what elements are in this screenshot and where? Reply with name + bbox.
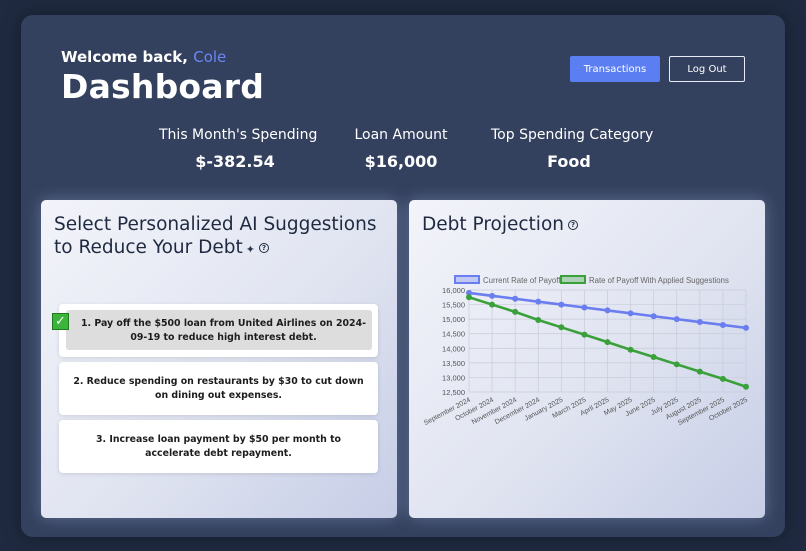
data-point (743, 324, 749, 331)
data-point (535, 317, 542, 324)
legend-label: Rate of Payoff With Applied Suggestions (589, 276, 729, 285)
stat-value: $16,000 (364, 152, 438, 171)
sparkle-icon: ✦ (245, 243, 255, 256)
y-tick-label: 14,000 (442, 344, 465, 353)
data-point (535, 298, 542, 305)
suggestions-title-line1: Select Personalized AI Suggestions (54, 214, 377, 235)
data-point (489, 301, 496, 308)
y-tick-label: 13,500 (442, 359, 465, 368)
stat-label: This Month's Spending (159, 127, 318, 143)
data-point (673, 316, 680, 323)
data-point (489, 292, 496, 299)
y-tick-label: 15,500 (442, 301, 465, 310)
stat-monthly-spending: This Month's Spending $-382.54 (159, 127, 318, 171)
data-point (604, 339, 611, 346)
help-icon[interactable]: ? (258, 243, 269, 253)
data-point (650, 354, 657, 361)
y-tick-label: 14,500 (442, 330, 465, 339)
data-point (581, 304, 588, 311)
data-point (627, 310, 634, 317)
y-tick-label: 13,000 (442, 373, 465, 382)
dashboard-container: Welcome back, Cole Dashboard Transaction… (21, 15, 785, 537)
page-title: Dashboard (61, 67, 265, 106)
data-point (719, 375, 726, 382)
data-point (673, 361, 680, 368)
y-tick-label: 12,500 (442, 388, 465, 397)
data-point (696, 319, 703, 326)
stat-label: Top Spending Category (491, 127, 654, 143)
suggestions-panel: Select Personalized AI Suggestions to Re… (41, 200, 397, 518)
data-point (743, 383, 749, 390)
suggestion-text: 2. Reduce spending on restaurants by $30… (73, 375, 364, 401)
data-point (466, 294, 472, 301)
stat-label: Loan Amount (354, 127, 448, 143)
logout-button[interactable]: Log Out (669, 56, 745, 82)
user-name: Cole (193, 48, 227, 66)
suggestions-title-line2: to Reduce Your Debt (54, 237, 243, 258)
suggestion-text: 3. Increase loan payment by $50 per mont… (95, 433, 341, 459)
data-point (512, 295, 519, 302)
legend-label: Current Rate of Payoff (483, 276, 561, 285)
legend-swatch (454, 275, 480, 284)
data-point (558, 301, 565, 308)
welcome-message: Welcome back, Cole (61, 48, 226, 66)
suggestion-card-1[interactable]: ✓ 1. Pay off the $500 loan from United A… (52, 304, 378, 357)
legend-swatch (560, 275, 586, 284)
data-point (558, 324, 565, 331)
data-point (627, 346, 634, 353)
data-point (650, 313, 657, 320)
data-point (581, 331, 588, 338)
stat-loan-amount: Loan Amount $16,000 (352, 127, 450, 171)
suggestions-title: Select Personalized AI Suggestions to Re… (54, 213, 377, 261)
y-tick-label: 16,000 (442, 286, 465, 295)
data-point (696, 368, 703, 375)
suggestion-text: 1. Pay off the $500 loan from United Air… (81, 317, 366, 343)
data-point (719, 321, 726, 328)
y-tick-label: 15,000 (442, 315, 465, 324)
welcome-text: Welcome back, (61, 48, 188, 66)
stat-value: $-382.54 (195, 152, 275, 171)
data-point (512, 308, 519, 315)
data-point (604, 307, 611, 314)
suggestion-card-3[interactable]: 3. Increase loan payment by $50 per mont… (59, 420, 378, 473)
debt-projection-panel: Debt Projection? 16,000 15,500 15,000 14,50… (409, 200, 765, 518)
stat-top-category: Top Spending Category Food (491, 127, 654, 171)
checkmark-icon[interactable]: ✓ (52, 313, 69, 330)
stat-value: Food (547, 152, 591, 171)
debt-projection-chart: 16,000 15,500 15,000 14,500 14,000 13,500 13,0… (423, 275, 749, 427)
transactions-button[interactable]: Transactions (570, 56, 660, 82)
suggestion-card-2[interactable]: 2. Reduce spending on restaurants by $30… (59, 362, 378, 415)
